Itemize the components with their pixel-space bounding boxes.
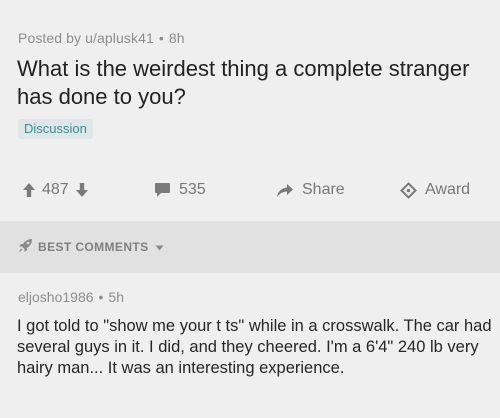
meta-separator: • xyxy=(158,30,164,46)
downvote-icon[interactable] xyxy=(75,182,89,198)
post-flair[interactable]: Discussion xyxy=(18,119,93,139)
award-button[interactable]: Award xyxy=(400,176,470,204)
comment-meta: eljosho1986 • 5h xyxy=(18,289,124,305)
sort-label: BEST COMMENTS xyxy=(38,240,149,254)
meta-separator: • xyxy=(98,289,104,305)
comment[interactable]: eljosho1986 • 5h I got told to "show me yo… xyxy=(0,273,500,418)
share-label: Share xyxy=(302,181,345,198)
upvote-icon[interactable] xyxy=(22,182,36,198)
award-icon xyxy=(400,181,417,199)
sort-dropdown[interactable]: BEST COMMENTS xyxy=(18,238,164,256)
rocket-icon xyxy=(18,238,33,256)
vote-count: 487 xyxy=(42,181,69,198)
comment-count: 535 xyxy=(179,181,206,198)
post-title[interactable]: What is the weirdest thing a complete st… xyxy=(17,55,487,111)
post-action-bar: 487 535 Share Award xyxy=(0,176,500,204)
chevron-down-icon xyxy=(155,240,164,254)
comment-bubble-icon xyxy=(154,182,171,198)
comment-body: I got told to "show me your t ts" while … xyxy=(17,317,492,377)
comments-button[interactable]: 535 xyxy=(154,176,206,204)
share-arrow-icon xyxy=(276,183,294,198)
comment-age: 5h xyxy=(108,289,124,305)
post-meta: Posted by u/aplusk41 • 8h xyxy=(18,30,185,46)
vote-controls: 487 xyxy=(22,176,89,204)
post-card[interactable]: Posted by u/aplusk41 • 8h What is the weir… xyxy=(0,0,500,221)
comment-sort-bar: BEST COMMENTS xyxy=(0,221,500,273)
comment-author[interactable]: eljosho1986 xyxy=(18,289,94,305)
post-author[interactable]: Posted by u/aplusk41 xyxy=(18,30,154,46)
reddit-post-page: Posted by u/aplusk41 • 8h What is the weir… xyxy=(0,0,500,418)
share-button[interactable]: Share xyxy=(276,176,345,204)
post-age: 8h xyxy=(168,30,185,46)
award-label: Award xyxy=(425,181,471,198)
